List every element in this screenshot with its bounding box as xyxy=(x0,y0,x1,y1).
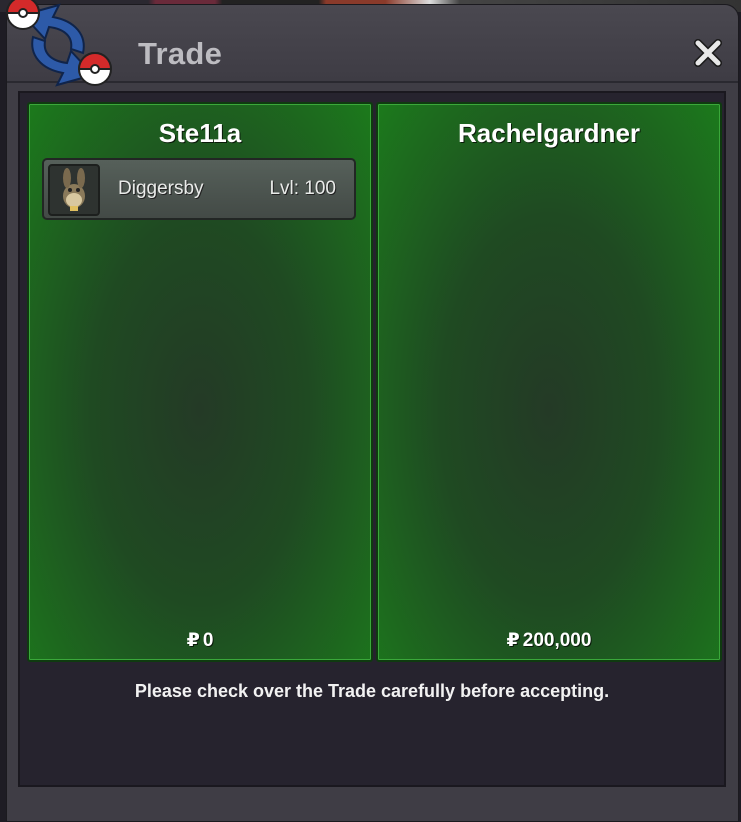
right-money-amount: 200,000 xyxy=(522,630,592,651)
window-title: Trade xyxy=(138,36,223,71)
title-bar[interactable]: Trade xyxy=(5,0,738,87)
right-player-name: Rachelgardner xyxy=(457,118,641,148)
trade-arrows-pokeball-icon xyxy=(5,0,113,87)
currency-symbol: ₽ xyxy=(506,630,520,651)
close-icon[interactable] xyxy=(690,35,726,71)
right-money: ₽200,000 xyxy=(378,629,720,652)
diggersby-sprite-icon xyxy=(48,164,100,216)
trade-window: Trade Ste11a Diggersby Lvl: 100 ₽ 0 Rach… xyxy=(5,0,739,822)
right-offer-panel: Rachelgardner ₽200,000 xyxy=(376,102,722,662)
left-offer-panel: Ste11a Diggersby Lvl: 100 ₽ 0 xyxy=(27,102,373,662)
pokemon-level: Lvl: 100 xyxy=(269,178,336,199)
trade-notice: Please check over the Trade carefully be… xyxy=(134,681,610,701)
left-money-amount: 0 xyxy=(202,630,214,651)
trade-content: Ste11a Diggersby Lvl: 100 ₽ 0 Rachelgard… xyxy=(18,91,726,787)
currency-symbol: ₽ xyxy=(186,630,200,651)
left-money: ₽0 xyxy=(29,629,371,652)
offered-pokemon-row[interactable]: Diggersby Lvl: 100 xyxy=(42,158,356,220)
left-player-name: Ste11a xyxy=(158,118,242,148)
pokemon-name: Diggersby xyxy=(118,178,204,199)
